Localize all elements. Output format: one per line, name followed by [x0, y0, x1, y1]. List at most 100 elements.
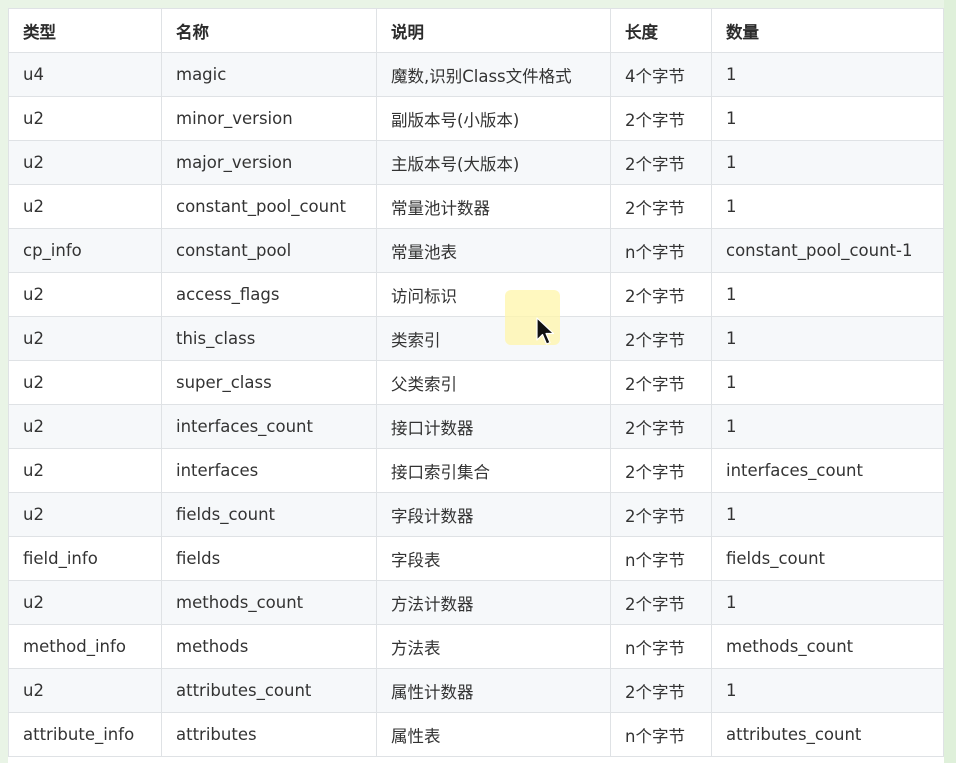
cell-count: 1	[711, 580, 944, 625]
table-row: u2 interfaces_count 接口计数器 2个字节 1	[8, 404, 944, 449]
table-row: cp_info constant_pool 常量池表 n个字节 constant_poo…	[8, 228, 944, 273]
cell-count: fields_count	[711, 536, 944, 581]
cell-name: access_flags	[161, 272, 377, 317]
cell-type: cp_info	[8, 228, 162, 273]
cell-length: 2个字节	[610, 316, 712, 361]
cell-length: 2个字节	[610, 184, 712, 229]
cell-count: 1	[711, 316, 944, 361]
table-row: u2 this_class 类索引 2个字节 1	[8, 316, 944, 361]
cell-name: magic	[161, 52, 377, 97]
cell-name: this_class	[161, 316, 377, 361]
cell-length: 2个字节	[610, 580, 712, 625]
cell-type: u2	[8, 448, 162, 493]
cell-description: 接口索引集合	[376, 448, 611, 493]
cell-length: 2个字节	[610, 448, 712, 493]
cell-name: attributes	[161, 712, 377, 757]
cell-name: methods_count	[161, 580, 377, 625]
table-row: method_info methods 方法表 n个字节 methods_count	[8, 624, 944, 669]
cell-description: 主版本号(大版本)	[376, 140, 611, 185]
cell-length: 2个字节	[610, 272, 712, 317]
cell-description: 副版本号(小版本)	[376, 96, 611, 141]
cell-type: u2	[8, 184, 162, 229]
cell-name: interfaces	[161, 448, 377, 493]
cell-count: interfaces_count	[711, 448, 944, 493]
mouse-pointer-icon	[536, 317, 555, 345]
header-length: 长度	[610, 8, 712, 53]
cell-length: n个字节	[610, 228, 712, 273]
cell-count: methods_count	[711, 624, 944, 669]
class-file-structure-table: 类型 名称 说明 长度 数量 u4 magic 魔数,识别Class文件格式 4个字节…	[8, 8, 944, 757]
cell-length: n个字节	[610, 624, 712, 669]
cell-type: u2	[8, 140, 162, 185]
cell-name: super_class	[161, 360, 377, 405]
cell-length: n个字节	[610, 712, 712, 757]
table-row: attribute_info attributes 属性表 n个字节 attribute…	[8, 712, 944, 757]
cell-length: 2个字节	[610, 96, 712, 141]
cell-description: 接口计数器	[376, 404, 611, 449]
cell-description: 属性表	[376, 712, 611, 757]
table-row: u2 attributes_count 属性计数器 2个字节 1	[8, 668, 944, 713]
table-row: u4 magic 魔数,识别Class文件格式 4个字节 1	[8, 52, 944, 97]
cell-count: 1	[711, 52, 944, 97]
cell-type: method_info	[8, 624, 162, 669]
cell-length: 4个字节	[610, 52, 712, 97]
table-row: u2 fields_count 字段计数器 2个字节 1	[8, 492, 944, 537]
cell-type: u2	[8, 668, 162, 713]
table-row: u2 major_version 主版本号(大版本) 2个字节 1	[8, 140, 944, 185]
cell-type: u2	[8, 360, 162, 405]
header-name: 名称	[161, 8, 377, 53]
cell-type: u2	[8, 316, 162, 361]
table-row: u2 super_class 父类索引 2个字节 1	[8, 360, 944, 405]
cell-description: 父类索引	[376, 360, 611, 405]
cell-type: field_info	[8, 536, 162, 581]
cell-description: 方法表	[376, 624, 611, 669]
cell-name: fields	[161, 536, 377, 581]
cell-name: constant_pool	[161, 228, 377, 273]
cell-description: 字段表	[376, 536, 611, 581]
table-row: field_info fields 字段表 n个字节 fields_count	[8, 536, 944, 581]
cell-name: constant_pool_count	[161, 184, 377, 229]
cell-type: u2	[8, 404, 162, 449]
cell-length: 2个字节	[610, 404, 712, 449]
cell-length: 2个字节	[610, 492, 712, 537]
header-type: 类型	[8, 8, 162, 53]
cell-name: fields_count	[161, 492, 377, 537]
cell-description: 常量池计数器	[376, 184, 611, 229]
cell-type: u2	[8, 96, 162, 141]
cell-description: 魔数,识别Class文件格式	[376, 52, 611, 97]
cell-count: 1	[711, 360, 944, 405]
cell-count: attributes_count	[711, 712, 944, 757]
cell-count: constant_pool_count-1	[711, 228, 944, 273]
cell-description: 类索引	[376, 316, 611, 361]
cell-name: methods	[161, 624, 377, 669]
cell-count: 1	[711, 492, 944, 537]
cell-type: u4	[8, 52, 162, 97]
cell-name: attributes_count	[161, 668, 377, 713]
cell-count: 1	[711, 272, 944, 317]
table-row: u2 minor_version 副版本号(小版本) 2个字节 1	[8, 96, 944, 141]
cell-type: u2	[8, 580, 162, 625]
page-right-edge	[944, 0, 956, 763]
cell-type: attribute_info	[8, 712, 162, 757]
cell-count: 1	[711, 96, 944, 141]
cell-description: 访问标识	[376, 272, 611, 317]
table-row: u2 access_flags 访问标识 2个字节 1	[8, 272, 944, 317]
cell-name: interfaces_count	[161, 404, 377, 449]
table-row: u2 constant_pool_count 常量池计数器 2个字节 1	[8, 184, 944, 229]
table-row: u2 methods_count 方法计数器 2个字节 1	[8, 580, 944, 625]
header-description: 说明	[376, 8, 611, 53]
cell-description: 字段计数器	[376, 492, 611, 537]
cell-name: major_version	[161, 140, 377, 185]
table-body: u4 magic 魔数,识别Class文件格式 4个字节 1 u2 minor_versio…	[8, 52, 944, 757]
cell-count: 1	[711, 184, 944, 229]
header-count: 数量	[711, 8, 944, 53]
table-header-row: 类型 名称 说明 长度 数量	[8, 8, 944, 53]
cell-length: 2个字节	[610, 668, 712, 713]
cell-description: 常量池表	[376, 228, 611, 273]
cell-length: 2个字节	[610, 140, 712, 185]
cell-type: u2	[8, 492, 162, 537]
cell-count: 1	[711, 404, 944, 449]
cell-count: 1	[711, 668, 944, 713]
cell-name: minor_version	[161, 96, 377, 141]
cell-type: u2	[8, 272, 162, 317]
